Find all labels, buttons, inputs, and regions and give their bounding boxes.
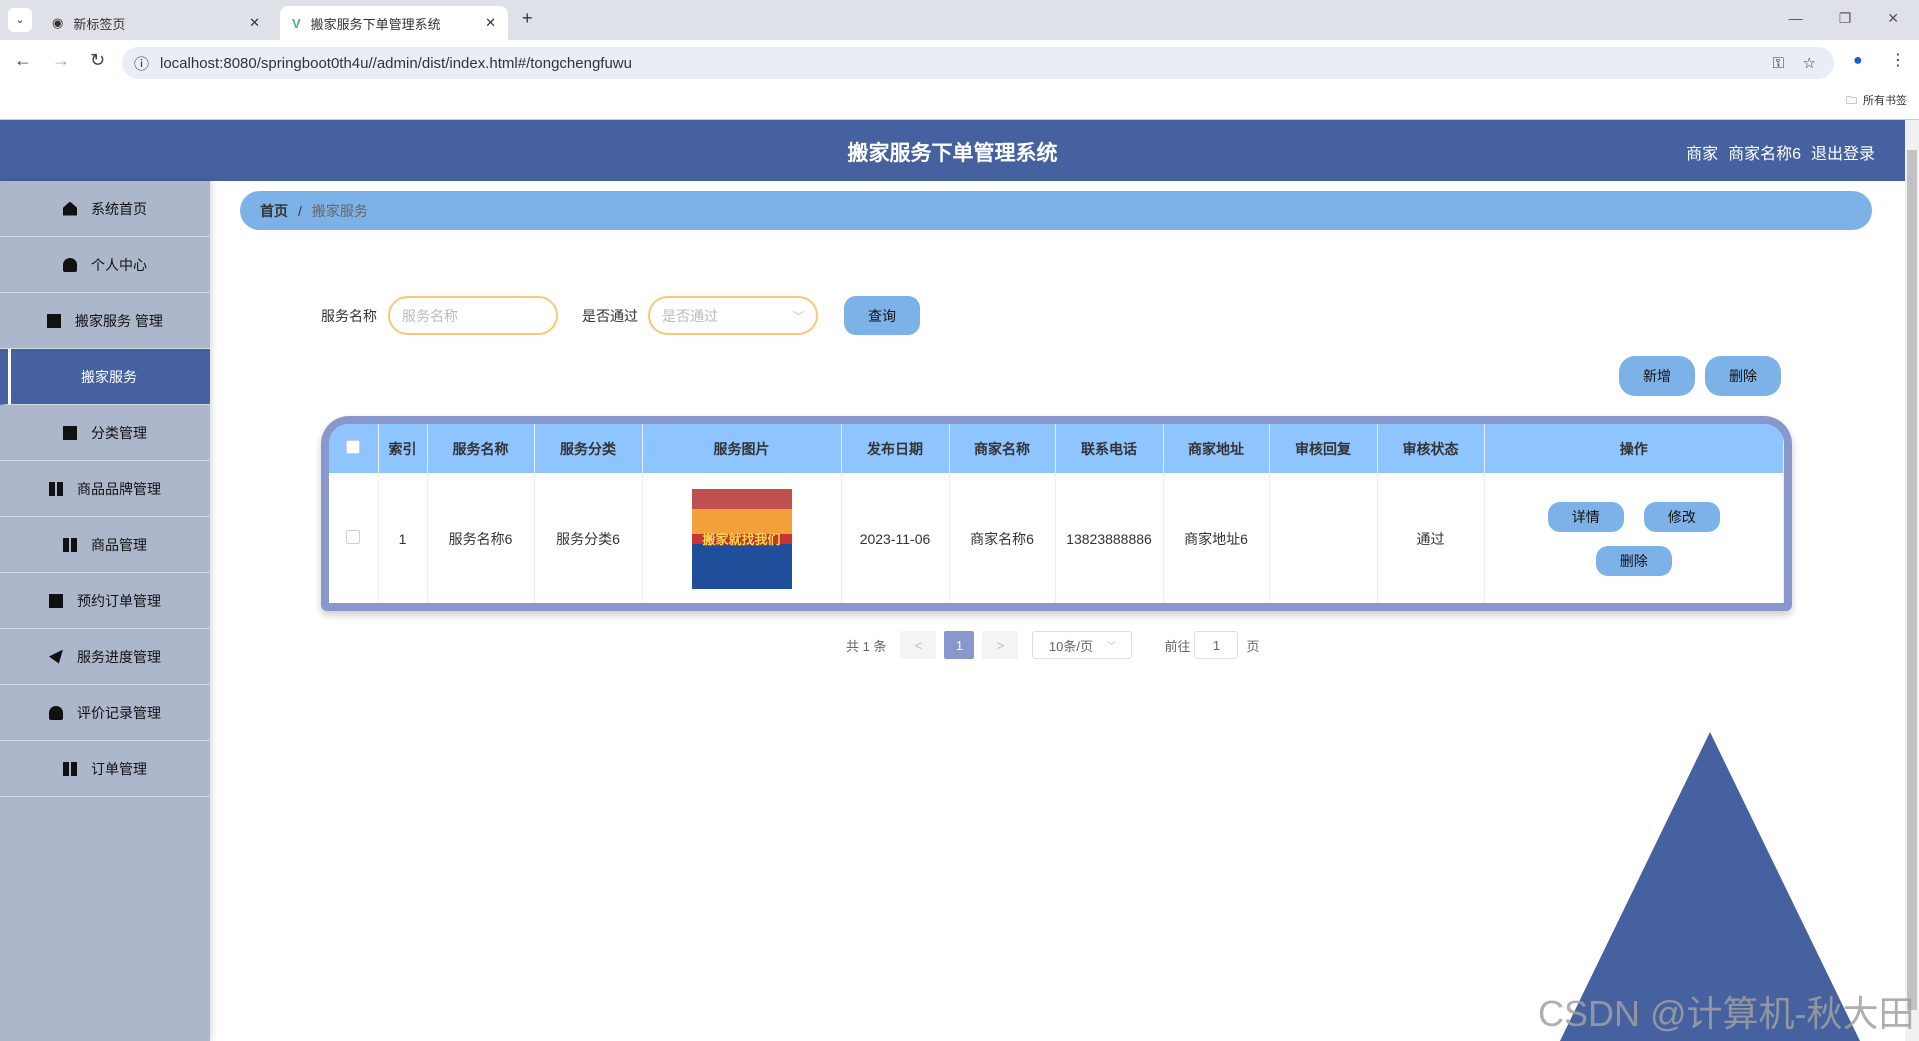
add-button[interactable]: 新增 [1619, 356, 1695, 396]
page-size-select[interactable]: 10条/页 ﹀ [1032, 631, 1133, 659]
restore-button[interactable]: ❐ [1839, 10, 1852, 27]
delete-selected-button[interactable]: 删除 [1705, 356, 1781, 396]
sidebar-item-booking[interactable]: 预约订单管理 [0, 573, 210, 629]
next-page-button[interactable]: > [982, 631, 1019, 659]
detail-button[interactable]: 详情 [1547, 501, 1624, 532]
table-header-row: 索引 服务名称 服务分类 服务图片 发布日期 商家名称 联系电话 商家地址 审核… [329, 424, 1784, 473]
address-bar-row: ← → ↻ ⓘ localhost:8080/springboot0th4u//adm… [0, 40, 1919, 120]
col-index: 索引 [378, 424, 428, 473]
select-all-checkbox[interactable] [346, 440, 361, 454]
sidebar-item-moving-service[interactable]: 搬家服务 [0, 349, 210, 405]
col-phone: 联系电话 [1055, 424, 1164, 473]
sidebar-item-category[interactable]: 分类管理 [0, 405, 210, 461]
tab-search-button[interactable]: ⌄ [8, 8, 32, 32]
data-table: 索引 服务名称 服务分类 服务图片 发布日期 商家名称 联系电话 商家地址 审核… [321, 416, 1792, 611]
grid-icon [63, 761, 77, 776]
edit-button[interactable]: 修改 [1643, 501, 1720, 532]
stamp-icon [49, 705, 63, 720]
menu-icon[interactable]: ⋮ [1890, 50, 1906, 70]
sidebar-item-orders[interactable]: 订单管理 [0, 741, 210, 797]
pagination: 共 1 条 < 1 > 10条/页 ﹀ 前往 1 页 [846, 631, 1260, 659]
service-name-input[interactable]: 服务名称 [388, 296, 558, 335]
pass-select[interactable]: 是否通过 ﹀ [648, 296, 818, 335]
home-icon [63, 201, 77, 216]
reload-icon[interactable]: ↻ [90, 50, 105, 71]
vue-icon: V [292, 15, 301, 31]
service-image[interactable]: 搬家就找我们 [691, 488, 792, 589]
star-icon[interactable]: ☆ [1803, 54, 1816, 72]
url-input[interactable]: ⓘ localhost:8080/springboot0th4u//admin/d… [122, 47, 1834, 79]
service-name-label: 服务名称 [321, 308, 377, 324]
forward-icon[interactable]: → [52, 50, 70, 71]
clipboard-icon [47, 313, 62, 328]
info-icon: ⓘ [134, 55, 150, 73]
chevron-down-icon: ﹀ [1107, 640, 1117, 651]
profile-icon[interactable]: ● [1853, 52, 1863, 70]
close-icon[interactable]: ✕ [249, 15, 260, 31]
csdn-watermark: CSDN @计算机-秋大田 [1538, 993, 1915, 1034]
grid-icon [63, 537, 77, 552]
app-header: 搬家服务下单管理系统 商家 商家名称6 退出登录 [0, 120, 1905, 181]
sidebar-item-profile[interactable]: 个人中心 [0, 237, 210, 293]
col-reply: 审核回复 [1269, 424, 1378, 473]
close-window-button[interactable]: ✕ [1887, 10, 1899, 27]
browser-tab-bar: ⌄ ◉ 新标签页 ✕ V 搬家服务下单管理系统 ✕ + — ❐ ✕ [0, 0, 1919, 40]
bookmarks-folder[interactable]: 🗀 所有书签 [1846, 92, 1907, 111]
back-icon[interactable]: ← [14, 50, 32, 71]
sidebar-item-brand[interactable]: 商品品牌管理 [0, 461, 210, 517]
user-role: 商家 [1686, 146, 1719, 163]
col-date: 发布日期 [841, 424, 950, 473]
sidebar-item-goods[interactable]: 商品管理 [0, 517, 210, 573]
breadcrumb-current: 搬家服务 [311, 202, 368, 219]
logout-link[interactable]: 退出登录 [1811, 140, 1875, 164]
status-badge: 通过 [1377, 473, 1485, 603]
chat-icon [63, 425, 77, 440]
col-merchant: 商家名称 [949, 424, 1056, 473]
key-icon[interactable]: ⚿ [1773, 55, 1784, 72]
sidebar: 系统首页 个人中心 搬家服务 管理 搬家服务 分类管理 商品品牌管理 商品管理 … [0, 181, 210, 1041]
tab-active[interactable]: V 搬家服务下单管理系统 ✕ [280, 6, 508, 40]
col-address: 商家地址 [1163, 424, 1270, 473]
chrome-icon: ◉ [52, 15, 64, 30]
query-button[interactable]: 查询 [844, 296, 920, 335]
user-icon [63, 257, 77, 272]
col-status: 审核状态 [1377, 424, 1485, 473]
sidebar-item-progress[interactable]: 服务进度管理 [0, 629, 210, 685]
monitor-icon [49, 593, 63, 608]
breadcrumb-home[interactable]: 首页 [260, 201, 288, 221]
chevron-down-icon: ﹀ [793, 310, 804, 323]
page-1-button[interactable]: 1 [944, 631, 975, 659]
tab-new[interactable]: ◉ 新标签页 ✕ [40, 6, 272, 40]
username: 商家名称6 [1728, 146, 1801, 163]
sidebar-item-review[interactable]: 评价记录管理 [0, 685, 210, 741]
folder-icon: 🗀 [1846, 95, 1857, 107]
grid-icon [49, 481, 63, 496]
sidebar-item-home[interactable]: 系统首页 [0, 181, 210, 237]
close-icon[interactable]: ✕ [485, 15, 496, 31]
sidebar-item-moving-service-mgmt[interactable]: 搬家服务 管理 [0, 293, 210, 349]
app-title: 搬家服务下单管理系统 [847, 142, 1058, 165]
row-delete-button[interactable]: 删除 [1595, 545, 1672, 576]
breadcrumb: 首页 / 搬家服务 [240, 191, 1872, 230]
col-category: 服务分类 [534, 424, 643, 473]
col-name: 服务名称 [427, 424, 535, 473]
goto-page-input[interactable]: 1 [1194, 631, 1239, 659]
col-image: 服务图片 [642, 424, 842, 473]
col-actions: 操作 [1484, 424, 1784, 473]
table-row: 1 服务名称6 服务分类6 搬家就找我们 2023-11-06 商家名称6 13… [329, 473, 1784, 603]
scrollbar[interactable] [1905, 120, 1919, 1041]
minimize-button[interactable]: — [1789, 10, 1803, 27]
row-checkbox[interactable] [346, 530, 361, 544]
pass-label: 是否通过 [582, 308, 638, 324]
new-tab-button[interactable]: + [522, 8, 533, 29]
send-icon [49, 649, 63, 664]
prev-page-button[interactable]: < [900, 631, 937, 659]
